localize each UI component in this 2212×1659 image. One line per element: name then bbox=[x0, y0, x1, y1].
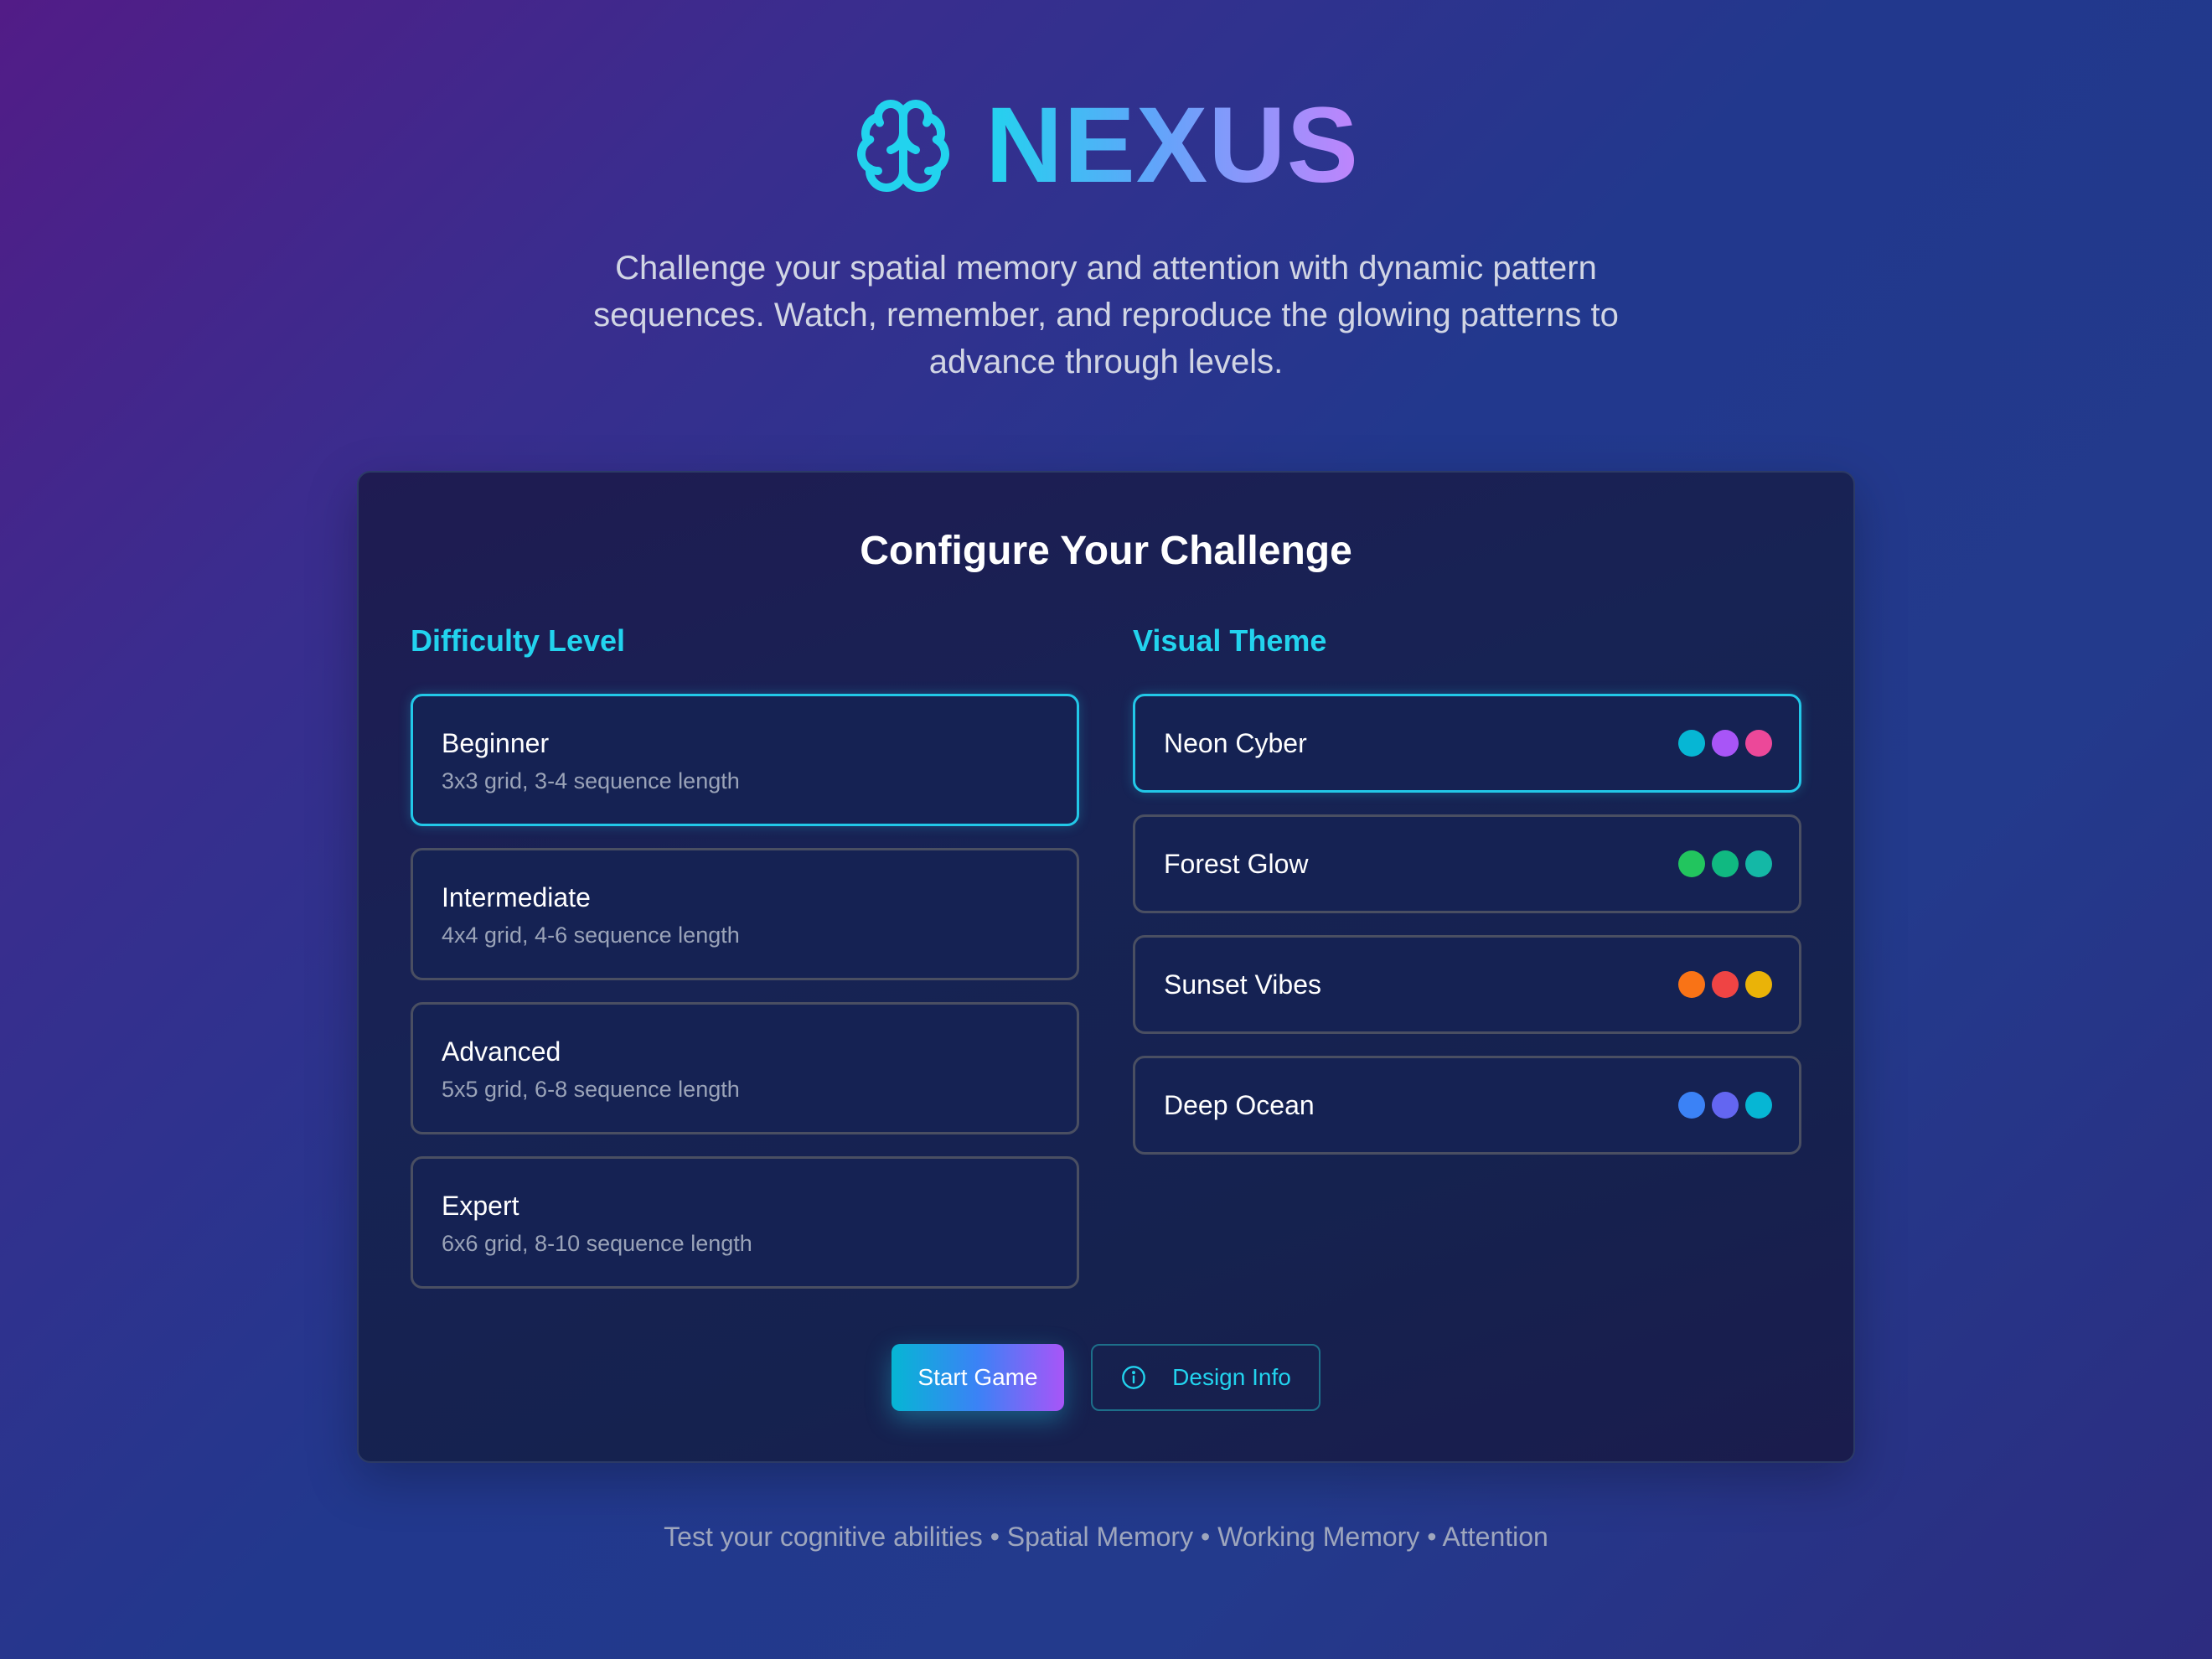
config-panel: Configure Your Challenge Difficulty Leve… bbox=[357, 471, 1855, 1463]
theme-heading: Visual Theme bbox=[1133, 623, 1327, 658]
theme-option-forest-glow[interactable]: Forest Glow bbox=[1133, 814, 1801, 913]
start-game-button[interactable]: Start Game bbox=[892, 1344, 1064, 1411]
difficulty-option-desc: 3x3 grid, 3-4 sequence length bbox=[442, 768, 740, 793]
difficulty-option-desc: 5x5 grid, 6-8 sequence length bbox=[442, 1077, 740, 1102]
color-swatch bbox=[1712, 971, 1739, 998]
difficulty-option-expert[interactable]: Expert 6x6 grid, 8-10 sequence length bbox=[411, 1156, 1079, 1289]
difficulty-option-label: Advanced bbox=[442, 1036, 561, 1067]
panel-title: Configure Your Challenge bbox=[860, 529, 1352, 573]
theme-option-deep-ocean[interactable]: Deep Ocean bbox=[1133, 1056, 1801, 1155]
info-circle-icon bbox=[1122, 1366, 1146, 1389]
theme-swatches bbox=[1678, 971, 1772, 998]
design-info-label: Design Info bbox=[1172, 1364, 1291, 1390]
difficulty-option-label: Intermediate bbox=[442, 882, 591, 912]
app-title: NEXUS bbox=[985, 85, 1359, 205]
color-swatch bbox=[1712, 730, 1739, 757]
theme-swatches bbox=[1678, 850, 1772, 877]
color-swatch bbox=[1678, 971, 1705, 998]
difficulty-option-desc: 4x4 grid, 4-6 sequence length bbox=[442, 923, 740, 948]
theme-option-label: Deep Ocean bbox=[1164, 1090, 1315, 1120]
difficulty-option-intermediate[interactable]: Intermediate 4x4 grid, 4-6 sequence leng… bbox=[411, 848, 1079, 980]
difficulty-option-advanced[interactable]: Advanced 5x5 grid, 6-8 sequence length bbox=[411, 1002, 1079, 1134]
theme-option-label: Sunset Vibes bbox=[1164, 969, 1321, 1000]
color-swatch bbox=[1745, 1092, 1772, 1119]
design-info-button[interactable]: Design Info bbox=[1091, 1344, 1320, 1411]
theme-option-label: Neon Cyber bbox=[1164, 728, 1307, 758]
color-swatch bbox=[1712, 1092, 1739, 1119]
brain-icon bbox=[857, 100, 949, 192]
color-swatch bbox=[1678, 1092, 1705, 1119]
theme-swatches bbox=[1678, 730, 1772, 757]
app-header: NEXUS bbox=[0, 92, 2212, 199]
theme-swatches bbox=[1678, 1092, 1772, 1119]
difficulty-option-label: Beginner bbox=[442, 728, 550, 758]
theme-option-label: Forest Glow bbox=[1164, 849, 1309, 879]
color-swatch bbox=[1678, 850, 1705, 877]
color-swatch bbox=[1745, 850, 1772, 877]
theme-option-neon-cyber[interactable]: Neon Cyber bbox=[1133, 694, 1801, 793]
difficulty-option-label: Expert bbox=[442, 1191, 519, 1221]
color-swatch bbox=[1745, 971, 1772, 998]
footer-text: Test your cognitive abilities • Spatial … bbox=[664, 1522, 1548, 1552]
difficulty-option-desc: 6x6 grid, 8-10 sequence length bbox=[442, 1231, 752, 1256]
difficulty-heading: Difficulty Level bbox=[411, 623, 626, 658]
theme-option-sunset-vibes[interactable]: Sunset Vibes bbox=[1133, 935, 1801, 1034]
color-swatch bbox=[1678, 730, 1705, 757]
tagline: Challenge your spatial memory and attent… bbox=[593, 250, 1619, 380]
color-swatch bbox=[1745, 730, 1772, 757]
difficulty-option-beginner[interactable]: Beginner 3x3 grid, 3-4 sequence length bbox=[411, 694, 1079, 826]
color-swatch bbox=[1712, 850, 1739, 877]
